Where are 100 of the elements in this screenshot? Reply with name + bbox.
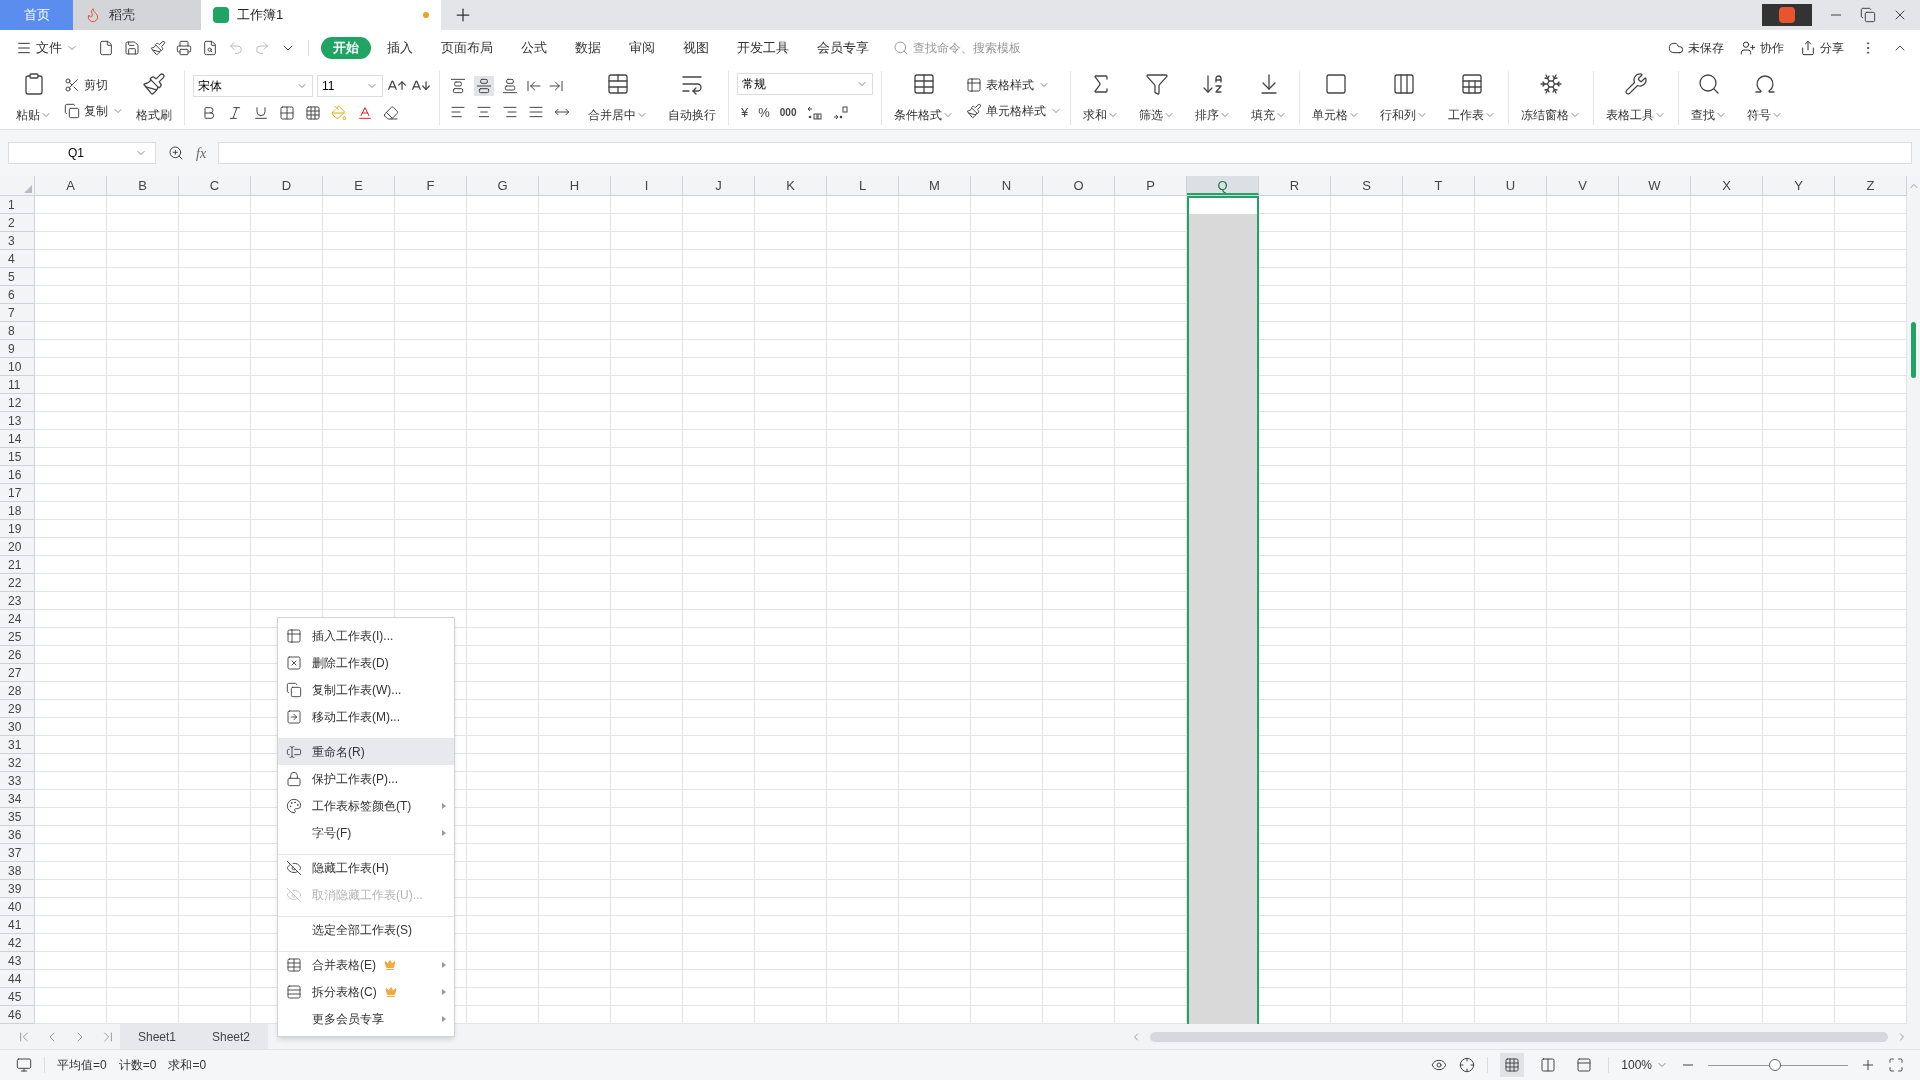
input-method-icon[interactable] xyxy=(1762,4,1812,26)
bold-icon[interactable] xyxy=(201,104,217,121)
ribbon-tab[interactable]: 会员专享 xyxy=(805,37,881,59)
column-header[interactable]: X xyxy=(1691,176,1763,195)
print-icon[interactable] xyxy=(176,40,192,56)
row-header[interactable]: 25 xyxy=(0,628,35,646)
font-color-icon[interactable] xyxy=(357,104,373,121)
ribbon-button[interactable]: 单元格 xyxy=(1308,71,1364,124)
menu-item[interactable]: 合并表格(E) xyxy=(278,951,454,978)
row-header[interactable]: 26 xyxy=(0,646,35,664)
row-header[interactable]: 10 xyxy=(0,358,35,376)
ribbon-tab[interactable]: 公式 xyxy=(509,37,559,59)
row-header[interactable]: 7 xyxy=(0,304,35,322)
ribbon-button[interactable]: 筛选 xyxy=(1135,71,1179,124)
column-header[interactable]: A xyxy=(35,176,107,195)
row-header[interactable]: 20 xyxy=(0,538,35,556)
row-header[interactable]: 27 xyxy=(0,664,35,682)
menu-item[interactable]: 保护工作表(P)... xyxy=(278,765,454,792)
file-menu[interactable]: 文件 xyxy=(12,38,82,58)
row-header[interactable]: 41 xyxy=(0,916,35,934)
row-header[interactable]: 22 xyxy=(0,574,35,592)
ribbon-button[interactable]: 合并居中 xyxy=(584,71,652,124)
ribbon-button[interactable]: 行和列 xyxy=(1376,71,1432,124)
ribbon-button[interactable]: 排序 xyxy=(1191,71,1235,124)
fill-color-icon[interactable] xyxy=(331,104,347,121)
row-header[interactable]: 45 xyxy=(0,988,35,1006)
column-header[interactable]: M xyxy=(899,176,971,195)
row-header[interactable]: 42 xyxy=(0,934,35,952)
row-header[interactable]: 5 xyxy=(0,268,35,286)
column-header[interactable]: V xyxy=(1547,176,1619,195)
borders-icon[interactable] xyxy=(279,104,295,121)
column-header[interactable]: L xyxy=(827,176,899,195)
menu-item[interactable]: 移动工作表(M)... xyxy=(278,703,454,730)
new-file-icon[interactable] xyxy=(98,40,114,56)
vertical-scrollbar-thumb[interactable] xyxy=(1911,322,1916,378)
row-header[interactable]: 44 xyxy=(0,970,35,988)
row-header[interactable]: 12 xyxy=(0,394,35,412)
command-search-field[interactable]: 查找命令、搜索模板 xyxy=(893,39,1033,57)
column-header[interactable]: D xyxy=(251,176,323,195)
column-header[interactable]: U xyxy=(1475,176,1547,195)
menu-item[interactable]: 字号(F) xyxy=(278,819,454,846)
eraser-icon[interactable] xyxy=(383,104,399,121)
ribbon-button[interactable]: 条件格式 xyxy=(890,71,958,124)
row-header[interactable]: 19 xyxy=(0,520,35,538)
column-header[interactable]: K xyxy=(755,176,827,195)
ribbon-button[interactable]: 查找 xyxy=(1687,71,1731,124)
ribbon-button[interactable]: 冻结窗格 xyxy=(1517,71,1585,124)
ribbon-button[interactable]: 填充 xyxy=(1247,71,1291,124)
restore-icon[interactable] xyxy=(1860,7,1876,23)
row-header[interactable]: 35 xyxy=(0,808,35,826)
function-label[interactable]: fx xyxy=(196,142,207,164)
ribbon-tab[interactable]: 插入 xyxy=(375,37,425,59)
print-preview-icon[interactable] xyxy=(202,40,218,56)
toolbar-button[interactable]: 协作 xyxy=(1740,39,1784,57)
menu-item[interactable]: 复制工作表(W)... xyxy=(278,676,454,703)
row-header[interactable]: 37 xyxy=(0,844,35,862)
ribbon-button[interactable]: 单元格样式 xyxy=(966,101,1062,120)
menu-item[interactable]: 插入工作表(I)... xyxy=(278,622,454,649)
column-header[interactable]: E xyxy=(323,176,395,195)
column-header[interactable]: Q xyxy=(1187,176,1259,195)
ribbon-button[interactable]: 表格工具 xyxy=(1602,71,1670,124)
row-header[interactable]: 11 xyxy=(0,376,35,394)
row-header[interactable]: 24 xyxy=(0,610,35,628)
menu-item[interactable]: 更多会员专享 xyxy=(278,1005,454,1032)
currency-button[interactable]: ¥ xyxy=(741,102,749,123)
row-header[interactable]: 43 xyxy=(0,952,35,970)
document-tab[interactable]: 工作簿1 xyxy=(201,0,441,30)
italic-icon[interactable] xyxy=(227,104,243,121)
brush-icon[interactable] xyxy=(150,40,166,56)
menu-item[interactable]: 拆分表格(C) xyxy=(278,978,454,1005)
font-name-dropdown[interactable]: 宋体 xyxy=(193,74,313,97)
thousands-button[interactable]: 000 xyxy=(779,105,797,120)
eye-icon[interactable] xyxy=(1431,1057,1448,1073)
column-header[interactable]: N xyxy=(971,176,1043,195)
row-header[interactable]: 39 xyxy=(0,880,35,898)
ribbon-button[interactable]: 自动换行 xyxy=(664,71,720,124)
ribbon-tab[interactable]: 页面布局 xyxy=(429,37,505,59)
zoom-icon[interactable] xyxy=(168,145,184,161)
column-header[interactable]: S xyxy=(1331,176,1403,195)
column-header[interactable]: T xyxy=(1403,176,1475,195)
ribbon-tab[interactable]: 开发工具 xyxy=(725,37,801,59)
row-header[interactable]: 31 xyxy=(0,736,35,754)
row-header[interactable]: 28 xyxy=(0,682,35,700)
row-header[interactable]: 21 xyxy=(0,556,35,574)
row-header[interactable]: 16 xyxy=(0,466,35,484)
row-header[interactable]: 8 xyxy=(0,322,35,340)
decrease-decimal-icon[interactable] xyxy=(832,104,849,121)
row-header[interactable]: 17 xyxy=(0,484,35,502)
number-format-dropdown[interactable]: 常规 xyxy=(737,72,873,95)
formula-input[interactable] xyxy=(218,142,1912,164)
ribbon-button[interactable]: 粘贴 xyxy=(12,71,56,124)
row-header[interactable]: 38 xyxy=(0,862,35,880)
menu-item[interactable]: 工作表标签颜色(T) xyxy=(278,792,454,819)
column-header[interactable]: H xyxy=(539,176,611,195)
ribbon-button[interactable]: 符号 xyxy=(1743,71,1787,124)
column-header[interactable]: F xyxy=(395,176,467,195)
ribbon-tab[interactable]: 视图 xyxy=(671,37,721,59)
ribbon-button[interactable]: 求和 xyxy=(1079,71,1123,124)
column-header[interactable]: R xyxy=(1259,176,1331,195)
row-header[interactable]: 33 xyxy=(0,772,35,790)
